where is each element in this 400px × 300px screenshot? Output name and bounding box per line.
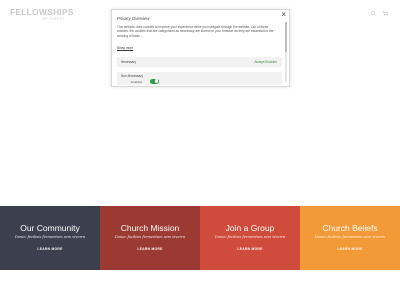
tile-subtitle: Donec facilisis fermentum sem viverra: [114, 235, 186, 239]
privacy-overview-modal: × Privacy Overview This website uses coo…: [111, 9, 290, 87]
tile-title: Our Community: [20, 223, 80, 233]
modal-body-text: This website uses cookies to improve you…: [117, 25, 274, 38]
tile-subtitle: Donec facilisis fermentum sem viverra: [14, 235, 86, 239]
tile-title: Join a Group: [225, 223, 275, 233]
close-icon[interactable]: ×: [281, 11, 286, 19]
toggle-label: Enabled: [131, 80, 143, 84]
cookie-row-status: Always Enabled: [254, 60, 277, 64]
search-icon[interactable]: [371, 11, 376, 18]
modal-scrollbar-thumb[interactable]: [285, 22, 287, 52]
tile-title: Church Beliefs: [322, 223, 378, 233]
tile-title: Church Mission: [120, 223, 180, 233]
tile-church-beliefs[interactable]: Church Beliefs Donec facilisis fermentum…: [300, 206, 400, 270]
tile-join-a-group[interactable]: Join a Group Donec facilisis fermentum s…: [200, 206, 300, 270]
site-logo-subtitle: OF CHRIST: [42, 17, 65, 21]
site-logo[interactable]: FELLOWSHIPS: [10, 8, 74, 17]
header-icons: [371, 11, 389, 18]
learn-more-link[interactable]: LEARN MORE: [100, 247, 200, 251]
learn-more-link[interactable]: LEARN MORE: [300, 247, 400, 251]
tile-church-mission[interactable]: Church Mission Donec facilisis fermentum…: [100, 206, 200, 270]
learn-more-link[interactable]: LEARN MORE: [200, 247, 300, 251]
learn-more-link[interactable]: LEARN MORE: [0, 247, 100, 251]
toggle-knob: [154, 79, 159, 83]
non-necessary-toggle[interactable]: [150, 78, 159, 84]
tile-subtitle: Donec facilisis fermentum sem viverra: [214, 235, 286, 239]
cookie-row-non-necessary[interactable]: Non-Necessary Enabled: [117, 72, 282, 85]
show-more-link[interactable]: Show more: [117, 46, 133, 50]
cookie-row-label: Non-Necessary: [121, 74, 143, 78]
modal-title: Privacy Overview: [117, 16, 150, 21]
cart-icon[interactable]: [382, 11, 389, 18]
cookie-row-label: Necessary: [121, 60, 137, 64]
feature-tiles: Our Community Donec facilisis fermentum …: [0, 206, 400, 270]
tile-subtitle: Donec facilisis fermentum sem viverra: [314, 235, 386, 239]
modal-scrollbar[interactable]: [285, 22, 287, 82]
tile-our-community[interactable]: Our Community Donec facilisis fermentum …: [0, 206, 100, 270]
cookie-row-necessary[interactable]: Necessary Always Enabled: [117, 57, 282, 67]
